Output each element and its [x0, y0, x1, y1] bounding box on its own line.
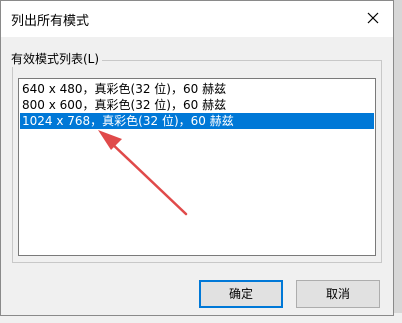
ok-button[interactable]: 确定	[199, 280, 283, 308]
cancel-button[interactable]: 取消	[296, 280, 380, 308]
annotation-arrow	[98, 130, 188, 216]
